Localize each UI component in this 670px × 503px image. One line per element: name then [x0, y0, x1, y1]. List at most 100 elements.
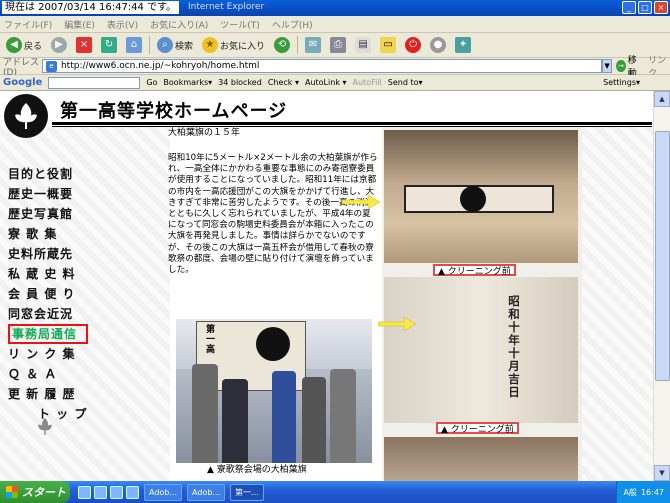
- nav-faq[interactable]: Ｑ ＆ Ａ: [8, 364, 108, 384]
- cleaning-caption-1: ▲ クリーニング前: [433, 264, 516, 277]
- messenger-button[interactable]: ●: [428, 35, 448, 56]
- taskbar-button-adobe-2[interactable]: Adob...: [187, 483, 226, 501]
- mail-button[interactable]: ✉: [303, 35, 323, 56]
- home-icon: ⌂: [126, 37, 143, 53]
- scroll-up-button[interactable]: ▲: [654, 91, 670, 107]
- menu-tools[interactable]: ツール(T): [220, 18, 260, 31]
- flag-photo-2: 昭和十年十月吉日: [384, 277, 578, 423]
- toolbar: ◀ 戻る ▶ × ↻ ⌂ ⌕ 検索 ★ お気に入り ⟲ ✉ ⎙ ▤ ▭ ⏻ ● …: [0, 33, 670, 58]
- maximize-button[interactable]: □: [638, 1, 652, 14]
- window-controls: _ □ ×: [622, 1, 668, 14]
- quick-launch-icon[interactable]: [94, 485, 107, 499]
- quick-launch-icon[interactable]: [110, 485, 123, 499]
- autolink-button[interactable]: AutoLink ▾: [305, 78, 347, 87]
- taskbar: スタート Adob... Adob... 第一... A般 16:47: [0, 481, 670, 503]
- google-go-button[interactable]: Go: [146, 78, 157, 87]
- favorites-button[interactable]: ★ お気に入り: [200, 35, 267, 56]
- scroll-down-button[interactable]: ▼: [654, 465, 670, 481]
- bookmarks-button[interactable]: Bookmarks▾: [163, 78, 212, 87]
- popup-button[interactable]: ⏻: [403, 35, 423, 56]
- note-icon: ▭: [380, 37, 397, 53]
- window-title: Internet Explorer: [188, 2, 265, 12]
- address-bar: アドレス(D) e http://www6.ocn.ne.jp/~kohryoh…: [0, 56, 670, 79]
- nav-archive-locations[interactable]: 史料所蔵先: [8, 244, 108, 264]
- flag-crest: [460, 186, 486, 212]
- photo-caption: ▲ 寮歌祭会場の大柏葉旗: [207, 465, 307, 475]
- nav-purpose[interactable]: 目的と役割: [8, 164, 108, 184]
- quick-launch-icon[interactable]: [78, 485, 91, 499]
- flag-inscription: 昭和十年十月吉日: [508, 294, 520, 399]
- stop-icon: ×: [76, 37, 93, 53]
- history-button[interactable]: ⟲: [272, 35, 292, 56]
- vertical-scrollbar[interactable]: ▲ ▼: [653, 91, 670, 481]
- windows-logo-icon: [6, 486, 18, 498]
- autofill-button[interactable]: AutoFill: [353, 78, 382, 87]
- search-button[interactable]: ⌕ 検索: [155, 35, 195, 56]
- nav-dorm-songs[interactable]: 寮 歌 集: [8, 224, 108, 244]
- print-button[interactable]: ⎙: [328, 35, 348, 56]
- home-button[interactable]: ⌂: [124, 35, 144, 56]
- page-title: 第一高等学校ホームページ: [60, 101, 288, 122]
- article-subtitle: 大柏葉旗の１５年: [168, 128, 241, 138]
- address-dropdown[interactable]: ▼: [601, 59, 613, 73]
- nav-office-news[interactable]: 事務局通信: [8, 324, 88, 344]
- nav-update-history[interactable]: 更 新 履 歴: [8, 384, 108, 404]
- discuss-button[interactable]: ▭: [378, 35, 398, 56]
- nav-alumni-news[interactable]: 同窓会近況: [8, 304, 108, 324]
- quick-launch-icon[interactable]: [126, 485, 139, 499]
- menu-favorites[interactable]: お気に入り(A): [150, 18, 208, 31]
- address-input[interactable]: e http://www6.ocn.ne.jp/~kohryoh/home.ht…: [41, 59, 602, 73]
- scroll-thumb[interactable]: [655, 131, 670, 381]
- google-logo[interactable]: Google: [3, 77, 42, 88]
- toolbar-divider: [149, 36, 151, 54]
- nav-history-overview[interactable]: 歴史一概要: [8, 184, 108, 204]
- quick-launch: [78, 485, 139, 499]
- site-nav: 目的と役割 歴史一概要 歴史写真館 寮 歌 集 史料所蔵先 私 蔵 史 料 会 …: [8, 164, 108, 424]
- menu-help[interactable]: ヘルプ(H): [272, 18, 313, 31]
- nav-top[interactable]: ト ッ プ: [8, 404, 108, 424]
- page-icon: e: [45, 60, 57, 72]
- minimize-button[interactable]: _: [622, 1, 636, 14]
- google-search-input[interactable]: [48, 76, 141, 89]
- menu-file[interactable]: ファイル(F): [4, 18, 52, 31]
- taskbar-button-ie[interactable]: 第一...: [230, 483, 264, 501]
- crest-in-photo: [256, 327, 290, 361]
- page-content: 第一高等学校ホームページ 目的と役割 歴史一概要 歴史写真館 寮 歌 集 史料所…: [0, 91, 653, 481]
- close-button[interactable]: ×: [654, 1, 668, 14]
- menu-bar: ファイル(F) 編集(E) 表示(V) お気に入り(A) ツール(T) ヘルプ(…: [0, 16, 670, 33]
- back-button[interactable]: ◀ 戻る: [4, 35, 44, 56]
- spell-check-button[interactable]: Check ▾: [268, 78, 299, 87]
- mail-icon: ✉: [305, 37, 322, 53]
- article-body: 昭和10年に5メートル×2メートル余の大柏葉旗が作られ、一高全体にかかわる重要な…: [168, 153, 378, 276]
- star-icon: ★: [202, 37, 219, 53]
- send-to-button[interactable]: Send to▾: [388, 78, 423, 87]
- ime-indicator[interactable]: A般: [623, 487, 636, 498]
- edit-button[interactable]: ▤: [353, 35, 373, 56]
- back-arrow-icon: ◀: [6, 37, 22, 53]
- start-button[interactable]: スタート: [0, 481, 70, 503]
- forward-button[interactable]: ▶: [49, 35, 69, 56]
- nav-private-archives[interactable]: 私 蔵 史 料: [8, 264, 108, 284]
- nav-history-photos[interactable]: 歴史写真館: [8, 204, 108, 224]
- page-header: 第一高等学校ホームページ: [0, 91, 653, 138]
- menu-view[interactable]: 表示(V): [107, 18, 138, 31]
- clock[interactable]: 16:47: [641, 488, 664, 497]
- print-icon: ⎙: [330, 37, 347, 53]
- header-rule: [52, 122, 652, 125]
- nav-links[interactable]: リ ン ク 集: [8, 344, 108, 364]
- refresh-button[interactable]: ↻: [99, 35, 119, 56]
- small-crest-icon: [38, 418, 52, 435]
- nav-member-letters[interactable]: 会 員 便 り: [8, 284, 108, 304]
- timestamp-overlay: 現在は 2007/03/14 16:47:44 です。: [2, 1, 180, 14]
- yellow-arrow-icon: [378, 317, 416, 331]
- google-toolbar: Google Go Bookmarks▾ 34 blocked Check ▾ …: [0, 75, 670, 91]
- stop-button[interactable]: ×: [74, 35, 94, 56]
- right-pattern-background: [582, 127, 653, 481]
- menu-edit[interactable]: 編集(E): [64, 18, 95, 31]
- extra-button[interactable]: ✦: [453, 35, 473, 56]
- taskbar-button-adobe-1[interactable]: Adob...: [144, 483, 183, 501]
- go-arrow-icon: →: [616, 60, 626, 72]
- system-tray: A般 16:47: [616, 481, 670, 503]
- popup-blocked-count[interactable]: 34 blocked: [218, 78, 262, 87]
- settings-button[interactable]: Settings▾: [603, 78, 640, 87]
